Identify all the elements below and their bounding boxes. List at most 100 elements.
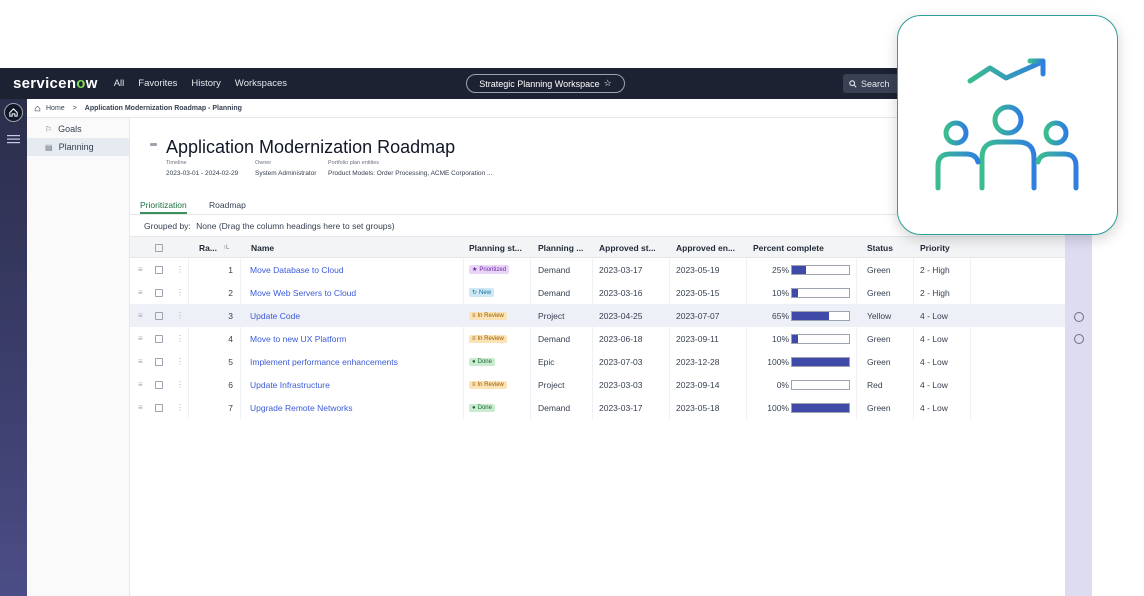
table-row[interactable]: ≡ ⋮ 7 Upgrade Remote Networks ● Done Demand 202… xyxy=(130,396,1065,419)
row-checkbox[interactable] xyxy=(155,373,163,396)
row-name-link[interactable]: Move Web Servers to Cloud xyxy=(250,281,356,304)
table-row[interactable]: ≡ ⋮ 5 Implement performance enhancements ● Do… xyxy=(130,350,1065,373)
row-planning-type: Project xyxy=(538,379,565,390)
group-by-bar: Grouped by: None (Drag the column headin… xyxy=(144,221,395,231)
row-checkbox[interactable] xyxy=(155,396,163,419)
row-planning-state: ● Done xyxy=(469,350,495,373)
settings-icon[interactable] xyxy=(1074,312,1084,322)
row-menu-icon[interactable]: ⋮ xyxy=(176,258,184,281)
state-badge-label: In Review xyxy=(477,335,504,342)
row-checkbox[interactable] xyxy=(155,304,163,327)
sidenav-label-planning: Planning xyxy=(58,142,94,152)
row-approved-end: 2023-12-28 xyxy=(676,356,720,367)
row-drag-handle-icon[interactable]: ≡ xyxy=(138,281,143,304)
breadcrumb-current: Application Modernization Roadmap - Plan… xyxy=(84,104,242,112)
progress-fill xyxy=(792,311,830,320)
row-name-link[interactable]: Upgrade Remote Networks xyxy=(250,396,353,419)
column-planning-state[interactable]: Planning st... xyxy=(469,237,522,258)
servicenow-logo[interactable]: servicenow xyxy=(13,75,98,92)
row-name-link[interactable]: Move to new UX Platform xyxy=(250,327,346,350)
progress-fill xyxy=(792,265,807,274)
row-priority: 2 - High xyxy=(920,264,950,275)
column-percent-complete[interactable]: Percent complete xyxy=(753,237,824,258)
row-drag-handle-icon[interactable]: ≡ xyxy=(138,396,143,419)
row-checkbox[interactable] xyxy=(155,281,163,304)
row-menu-icon[interactable]: ⋮ xyxy=(176,373,184,396)
progress-bar xyxy=(791,379,850,390)
row-checkbox[interactable] xyxy=(155,327,163,350)
column-name[interactable]: Name xyxy=(251,237,274,258)
entities-value[interactable]: Product Models: Order Processing, ACME C… xyxy=(328,170,492,177)
row-status: Green xyxy=(867,264,891,275)
row-percent-complete: 100% xyxy=(753,350,850,373)
row-planning-type: Project xyxy=(538,310,565,321)
row-checkbox[interactable] xyxy=(155,350,163,373)
owner-value: System Administrator xyxy=(255,170,317,177)
row-name-link[interactable]: Move Database to Cloud xyxy=(250,258,344,281)
table-row[interactable]: ≡ ⋮ 1 Move Database to Cloud ★ Prioritized Dem… xyxy=(130,258,1065,281)
floating-feature-card xyxy=(897,15,1118,235)
row-drag-handle-icon[interactable]: ≡ xyxy=(138,258,143,281)
row-name-link[interactable]: Implement performance enhancements xyxy=(250,350,398,373)
star-icon[interactable]: ☆ xyxy=(604,78,612,89)
row-rank: 6 xyxy=(228,379,233,390)
row-drag-handle-icon[interactable]: ≡ xyxy=(138,373,143,396)
table-row[interactable]: ≡ ⋮ 4 Move to new UX Platform ≡ In Review Dema… xyxy=(130,327,1065,350)
row-menu-icon[interactable]: ⋮ xyxy=(176,281,184,304)
search-label: Search xyxy=(861,78,890,89)
nav-favorites[interactable]: Favorites xyxy=(138,78,177,89)
breadcrumb-home[interactable]: Home xyxy=(46,105,65,112)
row-approved-start: 2023-06-18 xyxy=(599,333,643,344)
progress-bar xyxy=(791,333,850,344)
sidenav-item-goals[interactable]: ⚐ Goals xyxy=(27,120,129,138)
column-status[interactable]: Status xyxy=(867,237,893,258)
row-rank: 7 xyxy=(228,402,233,413)
table-row[interactable]: ≡ ⋮ 2 Move Web Servers to Cloud ↻ New Demand 20… xyxy=(130,281,1065,304)
row-checkbox[interactable] xyxy=(155,258,163,281)
row-percent-complete: 10% xyxy=(753,281,850,304)
row-percent-complete: 10% xyxy=(753,327,850,350)
select-all-checkbox[interactable] xyxy=(155,237,163,258)
grouped-by-value: None (Drag the column headings here to s… xyxy=(196,221,395,231)
row-approved-end: 2023-09-14 xyxy=(676,379,720,390)
row-drag-handle-icon[interactable]: ≡ xyxy=(138,304,143,327)
row-status: Red xyxy=(867,379,883,390)
column-approved-start[interactable]: Approved st... xyxy=(599,237,656,258)
row-drag-handle-icon[interactable]: ≡ xyxy=(138,350,143,373)
table-row[interactable]: ≡ ⋮ 3 Update Code ≡ In Review Project 2023-04-2… xyxy=(130,304,1065,327)
state-badge-label: In Review xyxy=(477,312,504,319)
help-icon[interactable] xyxy=(1074,334,1084,344)
home-button[interactable] xyxy=(4,103,23,122)
nav-history[interactable]: History xyxy=(191,78,221,89)
grouped-by-label: Grouped by: xyxy=(144,221,191,231)
row-menu-icon[interactable]: ⋮ xyxy=(176,396,184,419)
row-approved-start: 2023-03-17 xyxy=(599,264,643,275)
column-rank[interactable]: Ra... ↑L xyxy=(199,237,229,258)
column-priority[interactable]: Priority xyxy=(920,237,950,258)
column-planning-type[interactable]: Planning ... xyxy=(538,237,583,258)
workspace-switcher[interactable]: Strategic Planning Workspace ☆ xyxy=(466,74,625,93)
global-search-button[interactable]: Search xyxy=(843,74,903,93)
tab-prioritization[interactable]: Prioritization xyxy=(140,200,187,214)
row-menu-icon[interactable]: ⋮ xyxy=(176,304,184,327)
workspace-name: Strategic Planning Workspace xyxy=(479,78,600,89)
state-badge-label: Done xyxy=(477,404,492,411)
row-rank: 3 xyxy=(228,310,233,321)
tab-roadmap[interactable]: Roadmap xyxy=(209,200,246,210)
sidenav-label-goals: Goals xyxy=(58,124,82,134)
nav-workspaces[interactable]: Workspaces xyxy=(235,78,287,89)
list-icon[interactable] xyxy=(7,134,20,144)
sidenav-item-planning[interactable]: ▤ Planning xyxy=(27,138,129,156)
row-name-link[interactable]: Update Code xyxy=(250,304,300,327)
row-menu-icon[interactable]: ⋮ xyxy=(176,327,184,350)
table-row[interactable]: ≡ ⋮ 6 Update Infrastructure ≡ In Review Projec… xyxy=(130,373,1065,396)
nav-all[interactable]: All xyxy=(114,78,125,89)
owner-label: Owner xyxy=(255,160,272,166)
row-name-link[interactable]: Update Infrastructure xyxy=(250,373,330,396)
collapse-icon[interactable] xyxy=(150,143,157,146)
state-badge: ★ Prioritized xyxy=(469,265,510,274)
row-menu-icon[interactable]: ⋮ xyxy=(176,350,184,373)
row-planning-type: Demand xyxy=(538,333,571,344)
row-drag-handle-icon[interactable]: ≡ xyxy=(138,327,143,350)
column-approved-end[interactable]: Approved en... xyxy=(676,237,735,258)
